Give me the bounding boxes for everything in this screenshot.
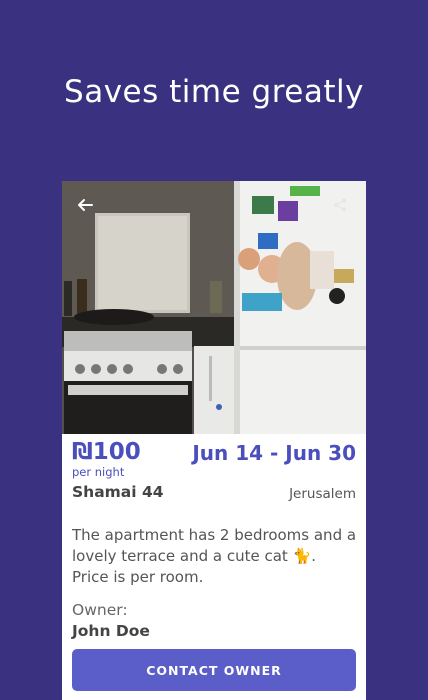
share-icon[interactable] [330,195,350,215]
city: Jerusalem [289,486,356,502]
listing-details: ₪100 per night Jun 14 - Jun 30 Shamai 44… [62,434,366,700]
back-arrow-icon[interactable] [75,195,95,215]
owner-name: John Doe [72,622,150,640]
date-range: Jun 14 - Jun 30 [192,441,356,465]
listing-photo [62,181,366,434]
kitchen-photo [62,181,366,434]
owner-label: Owner: [72,601,128,619]
listing-card[interactable]: ₪100 per night Jun 14 - Jun 30 Shamai 44… [62,181,366,700]
address: Shamai 44 [72,483,164,501]
price: ₪100 [72,439,141,465]
price-unit: per night [72,465,125,479]
description: The apartment has 2 bedrooms and a lovel… [72,526,357,586]
contact-owner-button[interactable]: CONTACT OWNER [72,649,356,691]
headline: Saves time greatly [64,74,364,110]
